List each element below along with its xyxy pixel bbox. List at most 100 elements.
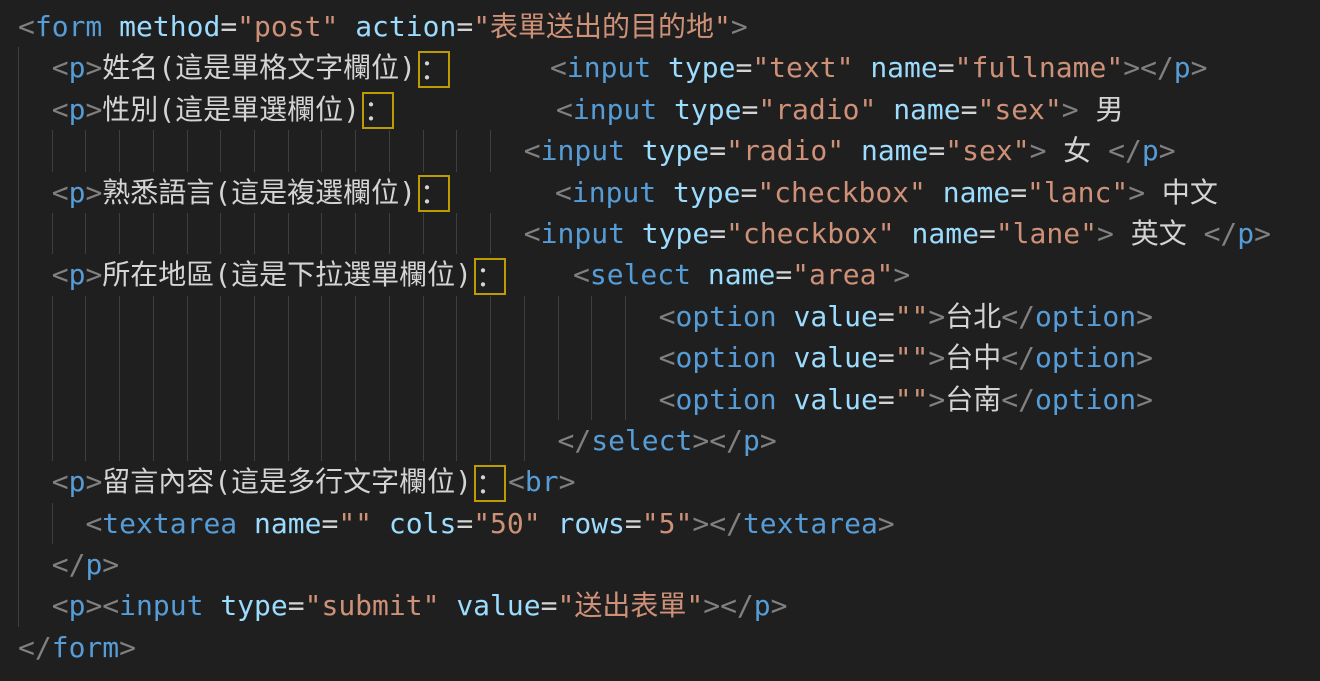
code-token: > [85,465,102,498]
indent-guide [288,420,322,461]
indent-guide [355,296,389,337]
code-token: p [69,51,86,84]
code-token: > [1136,300,1153,333]
code-token: </ [1001,341,1035,374]
code-token [844,134,861,167]
indent-guide [321,420,355,461]
code-line-6[interactable]: <input type="checkbox" name="lane"> 英文 <… [0,213,1320,254]
indent-guide [18,130,52,171]
code-token: > [692,424,709,457]
indent-guide [591,379,625,420]
code-continuation: <select name="area"> [573,254,910,295]
indent-guide [490,296,524,337]
code-token: > [928,383,945,416]
code-line-4[interactable]: <input type="radio" name="sex"> 女 </p> [0,130,1320,171]
indent-guide [321,296,355,337]
indent-guide [187,337,221,378]
code-token: < [85,507,102,540]
indent-guide [18,89,52,130]
code-token: = [961,93,978,126]
code-line-13[interactable]: <textarea name="" cols="50" rows="5"></t… [0,503,1320,544]
indent-guide [153,379,187,420]
code-token: type [673,176,740,209]
code-token: p [85,548,102,581]
code-token: > [1136,341,1153,374]
indent-guide [558,296,592,337]
code-token: = [928,134,945,167]
ambiguous-unicode-highlight: ： [474,258,506,295]
indent-guide [254,213,288,254]
code-token: p [743,424,760,457]
code-line-15[interactable]: <p><input type="submit" value="送出表單"></p… [0,585,1320,626]
code-line-5[interactable]: <p>熟悉語言(這是複選欄位)：<input type="checkbox" n… [0,172,1320,213]
indent-guide [288,213,322,254]
ambiguous-unicode-highlight: ： [474,465,506,502]
code-token [657,93,674,126]
indent-guide [52,296,86,337]
indent-guide [389,379,423,420]
indent-guide [288,296,322,337]
code-token: 性別(這是單選欄位) [102,93,360,126]
code-token: = [709,217,726,250]
code-line-2[interactable]: <p>姓名(這是單格文字欄位)：<input type="text" name=… [0,47,1320,88]
code-line-3[interactable]: <p>性別(這是單選欄位)：<input type="radio" name="… [0,89,1320,130]
code-token: "post" [237,10,338,43]
indent-guide [321,337,355,378]
code-token: option [676,341,777,374]
indent-guide [591,337,625,378]
code-token: select [590,258,691,291]
code-token [691,258,708,291]
indent-guide [254,130,288,171]
code-token: </ [720,589,754,622]
code-token: select [591,424,692,457]
indent-guide [524,420,558,461]
code-token: option [1035,300,1136,333]
indent-guide [18,544,52,585]
code-token: p [754,589,771,622]
indent-guide [18,379,52,420]
code-token: < [52,176,69,209]
code-token: name [893,93,960,126]
code-line-16[interactable]: </form> [0,627,1320,668]
code-token: > [85,176,102,209]
code-token: 男 [1079,93,1124,126]
code-line-9[interactable]: <option value="">台中</option> [0,337,1320,378]
indent-guide [220,420,254,461]
indent-guide [52,420,86,461]
code-token: </ [18,631,52,664]
code-token: p [69,589,86,622]
indent-guide [389,337,423,378]
code-line-10[interactable]: <option value="">台南</option> [0,379,1320,420]
code-token: 熟悉語言(這是複選欄位) [102,176,416,209]
code-token: "submit" [305,589,440,622]
code-line-8[interactable]: <option value="">台北</option> [0,296,1320,337]
code-line-12[interactable]: <p>留言內容(這是多行文字欄位)：<br> [0,461,1320,502]
code-line-14[interactable]: </p> [0,544,1320,585]
code-token: value [794,300,878,333]
indent-guide [490,337,524,378]
code-token [656,176,673,209]
code-line-1[interactable]: <form method="post" action="表單送出的目的地"> [0,6,1320,47]
code-token: name [254,507,321,540]
code-token: > [1030,134,1047,167]
code-token [102,10,119,43]
code-line-11[interactable]: </select></p> [0,420,1320,461]
indent-guide [524,337,558,378]
code-token: "radio" [758,93,876,126]
indent-guide [85,420,119,461]
code-token: value [794,341,878,374]
code-token: type [642,217,709,250]
indent-guide [52,379,86,420]
indent-guide [558,337,592,378]
code-token: method [119,10,220,43]
code-token: > [771,589,788,622]
indent-guide [85,130,119,171]
indent-guide [423,296,457,337]
code-token: cols [389,507,456,540]
code-token: option [1035,341,1136,374]
code-token: "radio" [726,134,844,167]
code-line-7[interactable]: <p>所在地區(這是下拉選單欄位)：<select name="area"> [0,254,1320,295]
indent-guide [187,420,221,461]
code-editor: <form method="post" action="表單送出的目的地"><p… [0,0,1320,681]
ambiguous-unicode-highlight: ： [418,175,450,212]
